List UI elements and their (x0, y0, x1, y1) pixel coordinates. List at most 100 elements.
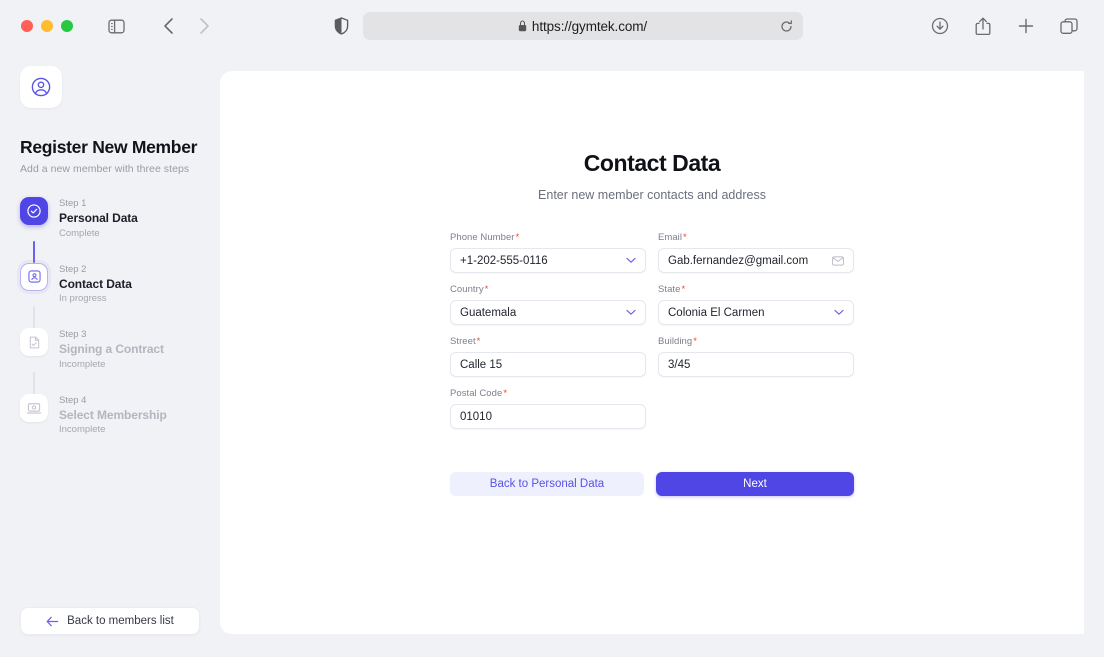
step-status: Incomplete (59, 358, 106, 370)
field-label: State* (658, 284, 854, 295)
chevron-down-icon[interactable] (626, 257, 636, 264)
close-window-button[interactable] (21, 20, 33, 32)
step-text: Step 1 Personal Data Complete (59, 197, 138, 241)
input-value: 01010 (460, 410, 492, 423)
maximize-window-button[interactable] (61, 20, 73, 32)
back-to-members-list-button[interactable]: Back to members list (20, 607, 200, 635)
form-actions: Back to Personal Data Next (450, 472, 854, 496)
field-label: Building* (658, 336, 854, 347)
arrow-left-icon (46, 616, 59, 627)
url-bar[interactable]: https://gymtek.com/ (362, 12, 803, 40)
user-circle-icon (20, 66, 62, 108)
next-button[interactable]: Next (656, 472, 854, 496)
step-name: Contact Data (59, 276, 132, 291)
state-select[interactable]: Colonia El Carmen (658, 300, 854, 325)
field-label-text: Building (658, 336, 693, 347)
sidebar: Register New Member Add a new member wit… (0, 52, 220, 657)
field-label: Postal Code* (450, 388, 646, 399)
field-state: State* Colonia El Carmen (658, 284, 854, 325)
step-text: Step 3 Signing a Contract Incomplete (59, 328, 164, 372)
field-label-text: Street (450, 336, 476, 347)
url-center: https://gymtek.com/ (373, 19, 793, 34)
step-status: Complete (59, 227, 100, 239)
back-chevron-icon[interactable] (153, 12, 183, 40)
page-title: Register New Member (20, 137, 198, 157)
field-label: Phone Number* (450, 232, 646, 243)
input-value: Calle 15 (460, 358, 503, 371)
step-connector (33, 306, 35, 329)
plus-icon[interactable] (1011, 12, 1041, 40)
input-value: Gab.fernandez@gmail.com (668, 254, 809, 267)
membership-card-icon (20, 393, 48, 422)
address-bar-area: https://gymtek.com/ (231, 12, 905, 40)
phone-number-input[interactable]: +1-202-555-0116 (450, 248, 646, 273)
step-status: In progress (59, 293, 107, 305)
required-marker: * (484, 284, 489, 295)
required-marker: * (476, 336, 481, 347)
step-number: Step 3 (59, 329, 87, 341)
shield-icon[interactable] (334, 17, 349, 35)
share-icon[interactable] (968, 12, 998, 40)
step-status: Incomplete (59, 424, 106, 436)
field-country: Country* Guatemala (450, 284, 646, 325)
navigation-buttons (153, 12, 219, 40)
sidebar-step-signing-a-contract[interactable]: Step 3 Signing a Contract Incomplete (20, 328, 200, 372)
main-content-card: Contact Data Enter new member contacts a… (220, 71, 1084, 634)
step-list: Step 1 Personal Data Complete Step 2 Con… (20, 197, 200, 437)
page-subtitle: Add a new member with three steps (20, 163, 190, 175)
chevron-down-icon[interactable] (834, 309, 844, 316)
lock-icon (518, 20, 527, 32)
check-circle-icon (20, 197, 48, 225)
browser-right-tools (925, 12, 1084, 40)
field-email: Email* Gab.fernandez@gmail.com (658, 232, 854, 273)
forward-chevron-icon (189, 12, 219, 40)
url-text: https://gymtek.com/ (531, 18, 648, 34)
mail-icon (832, 255, 844, 266)
required-marker: * (503, 388, 508, 399)
form-title: Contact Data (583, 150, 721, 176)
sidebar-step-personal-data[interactable]: Step 1 Personal Data Complete (20, 197, 200, 241)
downloads-icon[interactable] (925, 12, 955, 40)
required-marker: * (681, 284, 686, 295)
sidebar-toggle-icon[interactable] (101, 12, 131, 40)
field-postal-code: Postal Code* 01010 (450, 388, 646, 429)
window-traffic-lights (21, 20, 73, 32)
back-to-members-list-label: Back to members list (67, 615, 174, 627)
id-card-icon (20, 262, 48, 291)
minimize-window-button[interactable] (41, 20, 53, 32)
input-value: +1-202-555-0116 (460, 254, 548, 267)
chevron-down-icon[interactable] (626, 309, 636, 316)
document-check-icon (20, 328, 48, 357)
form-subtitle: Enter new member contacts and address (538, 188, 766, 202)
sidebar-step-contact-data[interactable]: Step 2 Contact Data In progress (20, 262, 200, 307)
postal-code-input[interactable]: 01010 (450, 404, 646, 429)
step-name: Signing a Contract (59, 342, 164, 357)
form-header: Contact Data Enter new member contacts a… (220, 71, 1084, 202)
street-input[interactable]: Calle 15 (450, 352, 646, 377)
app-root: Register New Member Add a new member wit… (0, 52, 1104, 657)
field-label-text: Postal Code (450, 388, 503, 399)
reload-icon[interactable] (780, 19, 793, 33)
field-label: Country* (450, 284, 646, 295)
required-marker: * (693, 336, 697, 347)
browser-toolbar: https://gymtek.com/ (0, 0, 1104, 52)
field-label: Email* (658, 232, 854, 243)
step-number: Step 1 (59, 198, 87, 209)
country-select[interactable]: Guatemala (450, 300, 646, 325)
sidebar-step-select-membership[interactable]: Step 4 Select Membership Incomplete (20, 393, 200, 438)
required-marker: * (515, 232, 520, 243)
step-text: Step 4 Select Membership Incomplete (59, 394, 167, 438)
step-number: Step 4 (59, 394, 87, 406)
back-to-personal-data-button[interactable]: Back to Personal Data (450, 472, 644, 496)
step-connector (33, 240, 35, 263)
tab-overview-icon[interactable] (1054, 12, 1084, 40)
step-name: Personal Data (59, 211, 138, 226)
field-phone-number: Phone Number* +1-202-555-0116 (450, 232, 646, 273)
field-street: Street* Calle 15 (450, 336, 646, 377)
email-input[interactable]: Gab.fernandez@gmail.com (658, 248, 854, 273)
building-input[interactable]: 3/45 (658, 352, 854, 377)
field-building: Building* 3/45 (658, 336, 854, 377)
required-marker: * (683, 232, 687, 243)
input-value: 3/45 (668, 358, 691, 371)
contact-form-grid: Phone Number* +1-202-555-0116 Email* Gab… (450, 232, 854, 429)
